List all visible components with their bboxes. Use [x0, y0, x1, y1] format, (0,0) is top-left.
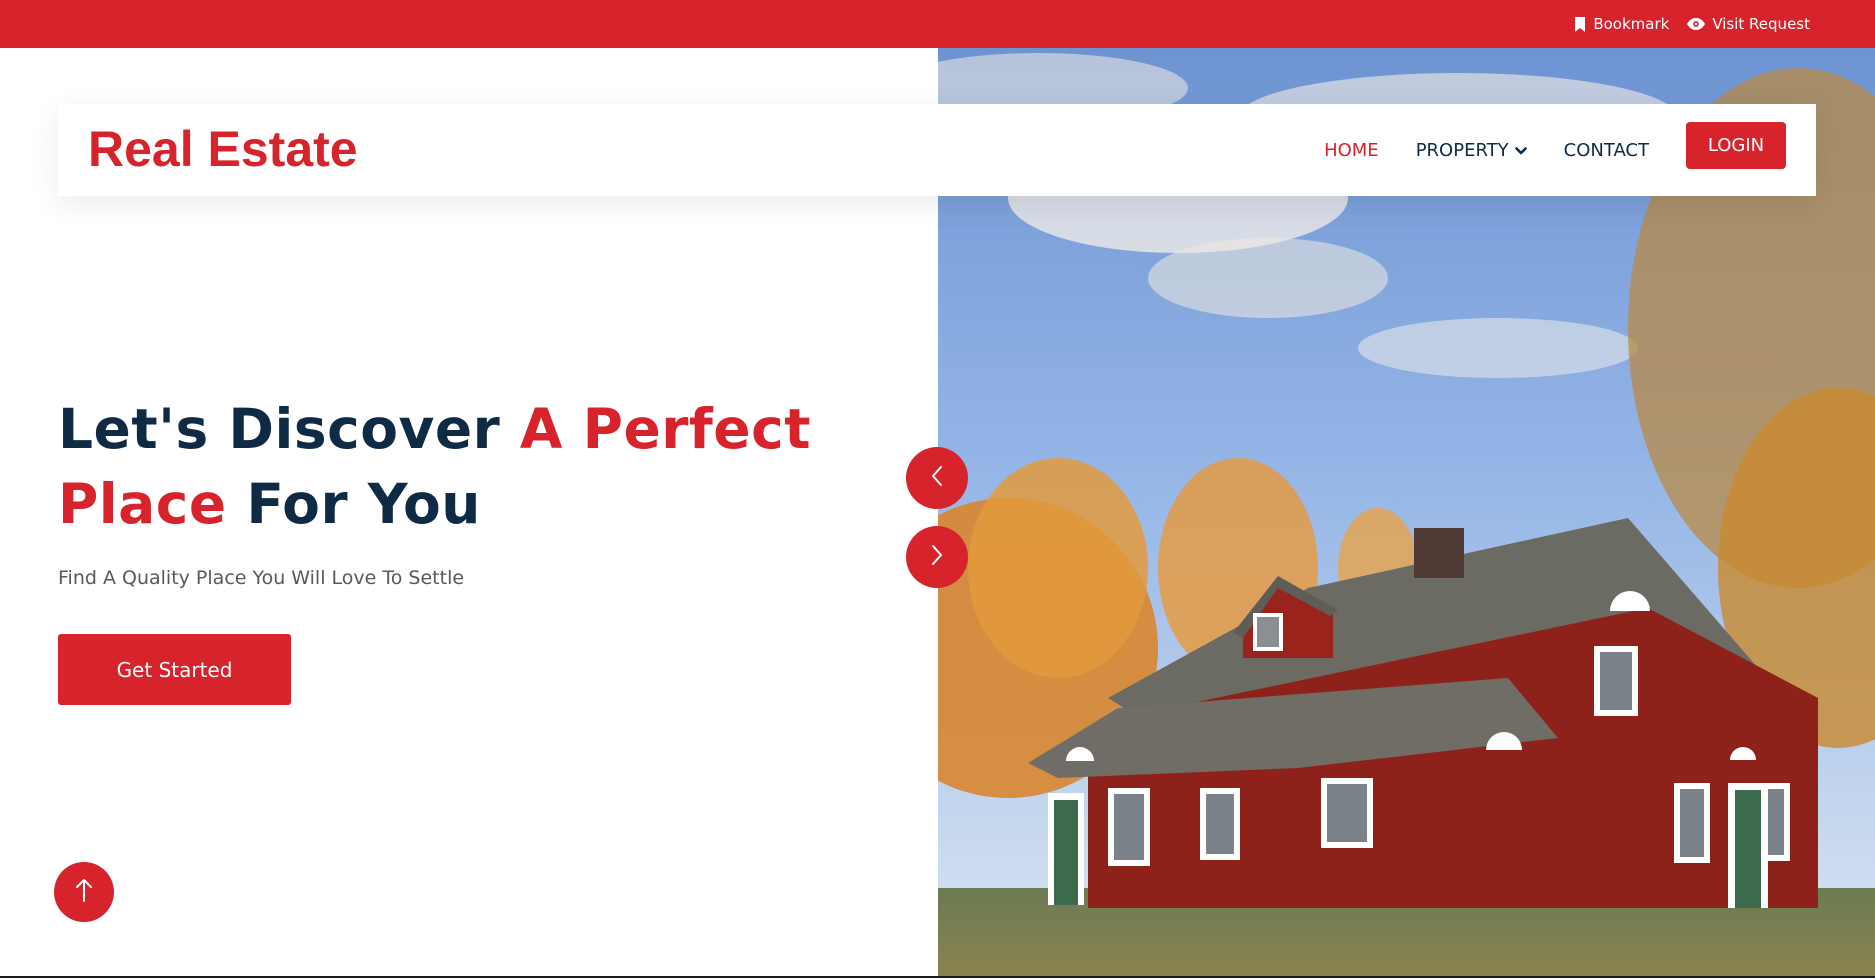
headline-accent2: Place — [58, 472, 227, 536]
hero-subheading: Find A Quality Place You Will Love To Se… — [58, 567, 465, 589]
get-started-button[interactable]: Get Started — [58, 634, 291, 705]
brand-logo[interactable]: Real Estate — [88, 120, 358, 178]
chevron-left-icon — [929, 464, 945, 492]
nav-property[interactable]: PROPERTY — [1416, 140, 1527, 161]
chevron-down-icon — [1514, 140, 1527, 161]
eye-icon — [1687, 18, 1706, 30]
headline-part2: For You — [226, 472, 481, 536]
headline-part1: Let's Discover — [58, 397, 520, 461]
scroll-to-top-button[interactable] — [54, 862, 114, 922]
nav-home-label: HOME — [1324, 139, 1379, 161]
slider-prev-button[interactable] — [906, 447, 968, 509]
login-button[interactable]: LOGIN — [1686, 122, 1786, 169]
nav-property-label: PROPERTY — [1415, 139, 1509, 161]
nav-contact[interactable]: CONTACT — [1564, 140, 1649, 161]
bookmark-link[interactable]: Bookmark — [1574, 15, 1669, 33]
slider-next-button[interactable] — [906, 526, 968, 588]
main-navbar: Real Estate HOME PROPERTY CONTACT LOGIN — [58, 104, 1816, 196]
hero-headline: Let's Discover A Perfect Place For You — [58, 392, 918, 542]
visit-request-label: Visit Request — [1712, 15, 1810, 33]
bookmark-icon — [1574, 16, 1586, 32]
chevron-right-icon — [929, 543, 945, 571]
bookmark-label: Bookmark — [1593, 15, 1670, 33]
top-bar-links: Bookmark Visit Request — [1574, 0, 1810, 48]
nav-contact-label: CONTACT — [1563, 139, 1649, 161]
arrow-up-icon — [75, 877, 93, 907]
nav-home[interactable]: HOME — [1324, 140, 1379, 161]
headline-accent1: A Perfect — [519, 397, 811, 461]
top-bar: Bookmark Visit Request — [0, 0, 1875, 48]
nav-links: HOME PROPERTY CONTACT — [1324, 104, 1649, 196]
visit-request-link[interactable]: Visit Request — [1687, 15, 1810, 33]
